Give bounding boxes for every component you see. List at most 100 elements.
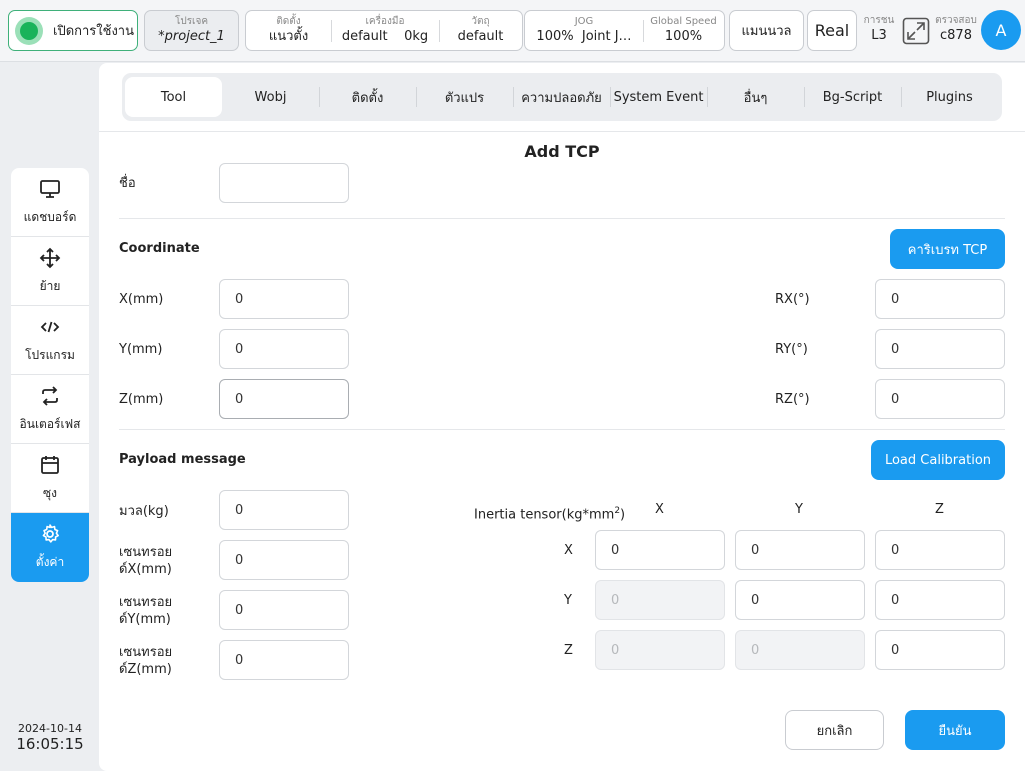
- tab-bg-script[interactable]: Bg-Script: [804, 77, 901, 117]
- divider: [99, 131, 1025, 132]
- divider: [119, 218, 1005, 219]
- tool-segment[interactable]: เครื่องมือ default 0kg: [331, 11, 439, 50]
- enable-status-icon: [15, 16, 43, 45]
- z-label: Z(mm): [119, 392, 164, 407]
- centroid-y-label-line2: ด์Y(mm): [119, 612, 171, 627]
- sidebar-item-label: ตั้งค่า: [35, 555, 65, 569]
- sidebar-item-move[interactable]: ย้าย: [11, 237, 89, 306]
- tool-label: เครื่องมือ: [365, 16, 405, 27]
- tool-weight: 0kg: [404, 29, 429, 44]
- collision-label: การชน: [863, 15, 895, 26]
- centroid-x-label-line2: ด์X(mm): [119, 562, 172, 577]
- install-segment[interactable]: ติดตั้ง แนวตั้ง: [246, 11, 331, 50]
- project-label: โปรเจค: [174, 16, 209, 27]
- centroid-z-input[interactable]: 0: [219, 640, 349, 680]
- jog-speed-panel[interactable]: JOG 100% Joint J… Global Speed 100%: [524, 10, 725, 51]
- mass-label: มวล(kg): [119, 504, 169, 519]
- payload-title: Payload message: [119, 452, 246, 467]
- tab-safety[interactable]: ความปลอดภัย: [513, 77, 610, 117]
- name-input[interactable]: [219, 163, 349, 203]
- real-mode-button[interactable]: Real: [807, 10, 857, 51]
- centroid-z-label-line1: เซนทรอย: [119, 645, 173, 660]
- collision-level[interactable]: การชน L3: [861, 14, 897, 44]
- inertia-xy-input[interactable]: 0: [735, 530, 865, 570]
- object-label: วัตถุ: [471, 16, 490, 27]
- sidebar-item-label: ย้าย: [39, 278, 61, 293]
- cancel-button[interactable]: ยกเลิก: [785, 710, 884, 750]
- jog-segment[interactable]: JOG 100% Joint J…: [525, 11, 643, 50]
- object-segment[interactable]: วัตถุ default: [439, 11, 522, 50]
- jog-mode: Joint J…: [581, 29, 632, 44]
- rx-input[interactable]: 0: [875, 279, 1005, 319]
- user-avatar[interactable]: A: [981, 10, 1021, 50]
- inertia-xz-input[interactable]: 0: [875, 530, 1005, 570]
- confirm-button[interactable]: ยืนยัน: [905, 710, 1005, 750]
- inertia-yy-input[interactable]: 0: [735, 580, 865, 620]
- manual-mode-button[interactable]: แมนนวล: [729, 10, 804, 51]
- top-bar: เปิดการใช้งาน โปรเจค *project_1 ติดตั้ง …: [0, 0, 1025, 62]
- tab-install[interactable]: ติดตั้ง: [319, 77, 416, 117]
- check-label: ตรวจสอบ: [935, 15, 977, 26]
- clock-date: 2024-10-14: [18, 722, 82, 735]
- y-label: Y(mm): [119, 342, 163, 357]
- centroid-x-input[interactable]: 0: [219, 540, 349, 580]
- ry-label: RY(°): [775, 342, 808, 357]
- check-status[interactable]: ตรวจสอบ c878: [931, 14, 981, 44]
- y-input[interactable]: 0: [219, 329, 349, 369]
- sidebar-item-interface[interactable]: อินเตอร์เฟส: [11, 375, 89, 444]
- centroid-y-input[interactable]: 0: [219, 590, 349, 630]
- gear-icon: [42, 524, 59, 543]
- install-label: ติดตั้ง: [276, 16, 301, 27]
- centroid-x-label: เซนทรอย ด์X(mm): [119, 544, 172, 578]
- speed-value: 100%: [664, 29, 703, 44]
- inertia-col-z: Z: [935, 502, 944, 517]
- sidebar-item-settings[interactable]: ตั้งค่า: [11, 513, 89, 582]
- enable-label: เปิดการใช้งาน: [53, 24, 134, 39]
- inertia-col-x: X: [655, 502, 664, 517]
- inertia-xx-input[interactable]: 0: [595, 530, 725, 570]
- speed-segment[interactable]: Global Speed 100%: [643, 11, 724, 50]
- tab-tool[interactable]: Tool: [125, 77, 222, 117]
- ry-input[interactable]: 0: [875, 329, 1005, 369]
- tab-variables[interactable]: ตัวแปร: [416, 77, 513, 117]
- inertia-yz-input[interactable]: 0: [875, 580, 1005, 620]
- inertia-row-y: Y: [564, 593, 572, 608]
- move-icon: [39, 247, 61, 268]
- inertia-label: Inertia tensor(kg*mm2): [474, 503, 625, 523]
- inertia-label-text: Inertia tensor(kg*mm: [474, 507, 615, 523]
- inertia-zz-input[interactable]: 0: [875, 630, 1005, 670]
- x-input[interactable]: 0: [219, 279, 349, 319]
- rz-input[interactable]: 0: [875, 379, 1005, 419]
- tab-system-event[interactable]: System Event: [610, 77, 707, 117]
- project-value: *project_1: [158, 29, 225, 44]
- sidebar-item-dashboard[interactable]: แดชบอร์ด: [11, 168, 89, 237]
- project-selector[interactable]: โปรเจค *project_1: [144, 10, 239, 51]
- inertia-col-y: Y: [795, 502, 803, 517]
- inertia-zx-input: 0: [595, 630, 725, 670]
- sidebar-item-label: ซุง: [42, 485, 57, 500]
- expand-icon[interactable]: [902, 17, 930, 45]
- enable-button[interactable]: เปิดการใช้งาน: [8, 10, 138, 51]
- install-tool-object-panel[interactable]: ติดตั้ง แนวตั้ง เครื่องมือ default 0kg ว…: [245, 10, 523, 51]
- inertia-label-close: ): [620, 507, 626, 523]
- sidebar-item-program[interactable]: โปรแกรม: [11, 306, 89, 375]
- tool-name: default: [341, 29, 388, 44]
- centroid-z-label-line2: ด์Z(mm): [119, 662, 172, 677]
- swap-icon: [42, 385, 58, 406]
- tab-wobj[interactable]: Wobj: [222, 77, 319, 117]
- z-input[interactable]: 0: [219, 379, 349, 419]
- settings-tabs: Tool Wobj ติดตั้ง ตัวแปร ความปลอดภัย Sys…: [122, 73, 1002, 121]
- install-value: แนวตั้ง: [268, 29, 309, 44]
- calibrate-tcp-button[interactable]: คาริเบรท TCP: [890, 229, 1005, 269]
- name-label: ชื่อ: [119, 176, 136, 191]
- sidebar-item-log[interactable]: ซุง: [11, 444, 89, 513]
- collision-value: L3: [871, 28, 887, 43]
- tab-plugins[interactable]: Plugins: [901, 77, 998, 117]
- tab-other[interactable]: อื่นๆ: [707, 77, 804, 117]
- load-calibration-button[interactable]: Load Calibration: [871, 440, 1005, 480]
- code-icon: [40, 321, 60, 332]
- rz-label: RZ(°): [775, 392, 810, 407]
- mass-input[interactable]: 0: [219, 490, 349, 530]
- sidebar-item-label: แดชบอร์ด: [23, 209, 77, 224]
- object-value: default: [457, 29, 504, 44]
